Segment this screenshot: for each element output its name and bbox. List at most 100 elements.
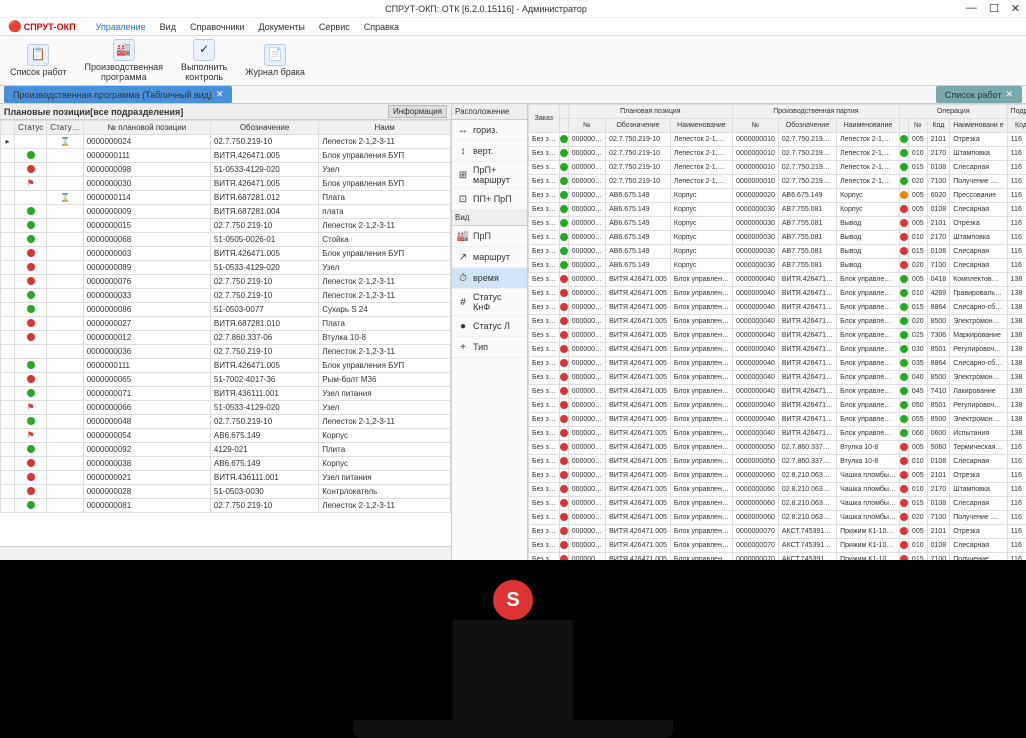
table-row[interactable]: Без з…000000…ВИТЯ.426471.005Блок управле… xyxy=(529,469,1026,483)
table-row[interactable]: Без з…000000…ВИТЯ.426471.005Блок управле… xyxy=(529,371,1026,385)
column-header[interactable]: Обозначение xyxy=(606,119,671,133)
table-row[interactable]: Без з…000000…ВИТЯ.426471.005Блок управле… xyxy=(529,301,1026,315)
sidebar-item[interactable]: +Тип xyxy=(452,337,527,358)
table-row[interactable]: 000000001502.7.750.219-10Лепесток 2-1,2-… xyxy=(1,219,451,233)
table-row[interactable]: Без з…000000…ВИТЯ.426471.005Блок управле… xyxy=(529,455,1026,469)
table-row[interactable]: Без з…000000…ВИТЯ.426471.005Блок управле… xyxy=(529,511,1026,525)
column-header[interactable] xyxy=(1,121,15,135)
column-header[interactable]: № xyxy=(732,119,778,133)
column-header[interactable]: № xyxy=(908,119,927,133)
ribbon-button[interactable]: 📋Список работ xyxy=(10,44,67,78)
close-button[interactable]: ✕ xyxy=(1011,2,1020,15)
ribbon-button[interactable]: 🏭Производственнаяпрограмма xyxy=(85,39,164,83)
table-row[interactable]: 00000000924129-021Плита xyxy=(1,443,451,457)
table-row[interactable]: 000000003602.7.750.219-10Лепесток 2-1,2-… xyxy=(1,345,451,359)
table-row[interactable]: 0000000003ВИТЯ.426471.005Блок управления… xyxy=(1,247,451,261)
menu-dokumenty[interactable]: Документы xyxy=(259,22,305,32)
tab-list-works[interactable]: Список работ✕ xyxy=(936,86,1022,103)
table-row[interactable]: Без з…000000…ВИТЯ.426471.005Блок управле… xyxy=(529,357,1026,371)
column-header[interactable]: Обозначение xyxy=(778,119,836,133)
table-row[interactable]: Без з…000000…ВИТЯ.426471.005Блок управле… xyxy=(529,343,1026,357)
column-header[interactable]: Производственная партия xyxy=(732,105,899,119)
column-header[interactable]: Стату… xyxy=(47,121,83,135)
table-row[interactable]: ⚑0000000054АВ6.675.149Корпус xyxy=(1,429,451,443)
sidebar-item[interactable]: ↔гориз. xyxy=(452,120,527,141)
table-row[interactable]: 000000001202.7.860.337-06Втулка 10-8 xyxy=(1,331,451,345)
column-header[interactable]: Наименование xyxy=(670,119,732,133)
table-row[interactable]: ⚑000000006651-0533-4129-020Узел xyxy=(1,401,451,415)
menu-spravka[interactable]: Справка xyxy=(364,22,399,32)
table-row[interactable]: ⚑0000000030ВИТЯ.426471.005Блок управлени… xyxy=(1,177,451,191)
table-row[interactable]: Без з…000000…ВИТЯ.426471.005Блок управле… xyxy=(529,413,1026,427)
table-row[interactable]: 000000006551-7002-4017-36Рым-болт М36 xyxy=(1,373,451,387)
table-row[interactable]: 000000003302.7.750.219-10Лепесток 2-1,2-… xyxy=(1,289,451,303)
table-row[interactable]: Без з…000000…ВИТЯ.426471.005Блок управле… xyxy=(529,427,1026,441)
sidebar-item[interactable]: ●Статус Л xyxy=(452,316,527,337)
sidebar-item[interactable]: ⏱время xyxy=(452,268,527,289)
column-header[interactable]: Операция xyxy=(899,105,1007,119)
table-row[interactable]: Без з…000000…ВИТЯ.426471.005Блок управле… xyxy=(529,287,1026,301)
table-row[interactable]: Без з…000000…ВИТЯ.426471.005Блок управле… xyxy=(529,273,1026,287)
table-row[interactable]: ▸⌛000000002402.7.750.219-10Лепесток 2-1,… xyxy=(1,135,451,149)
sidebar-item[interactable]: ↗маршрут xyxy=(452,247,527,268)
table-row[interactable]: Без з…000000…АВ6.675.149Корпус0000000030… xyxy=(529,259,1026,273)
sidebar-item[interactable]: ⊞ПрП+маршрут xyxy=(452,162,527,189)
ribbon-button[interactable]: ✓Выполнитьконтроль xyxy=(181,39,227,83)
column-header[interactable] xyxy=(559,119,568,133)
table-row[interactable]: Без з…000000…02.7.750.219-10Лепесток 2-1… xyxy=(529,161,1026,175)
table-row[interactable]: Без з…000000…АВ6.675.149Корпус0000000030… xyxy=(529,245,1026,259)
ribbon-button[interactable]: 📄Журнал брака xyxy=(245,44,305,78)
table-row[interactable]: 0000000111ВИТЯ.426471.005Блок управления… xyxy=(1,149,451,163)
table-row[interactable]: Без з…000000…ВИТЯ.426471.005Блок управле… xyxy=(529,553,1026,561)
maximize-button[interactable]: ☐ xyxy=(989,2,999,15)
table-row[interactable]: ⌛0000000114ВИТЯ.687281.012Плата xyxy=(1,191,451,205)
table-row[interactable]: 0000000071ВИТЯ.436111.001Узел питания xyxy=(1,387,451,401)
close-icon[interactable]: ✕ xyxy=(216,89,224,100)
table-row[interactable]: 0000000027ВИТЯ.687281.010Плата xyxy=(1,317,451,331)
table-row[interactable]: Без з…000000…ВИТЯ.426471.005Блок управле… xyxy=(529,539,1026,553)
column-header[interactable]: Код xyxy=(1007,119,1026,133)
sidebar-item[interactable]: 🏭ПрП xyxy=(452,226,527,247)
table-row[interactable]: Без з…000000…02.7.750.219-10Лепесток 2-1… xyxy=(529,175,1026,189)
table-row[interactable]: 0000000111ВИТЯ.426471.005Блок управления… xyxy=(1,359,451,373)
column-header[interactable]: Наименование xyxy=(837,119,900,133)
table-row[interactable]: Без з…000000…АВ6.675.149Корпус0000000020… xyxy=(529,189,1026,203)
column-header[interactable]: Наим xyxy=(319,121,451,135)
right-grid[interactable]: ЗаказПлановая позицияПроизводственная па… xyxy=(528,104,1026,560)
table-row[interactable]: Без з…000000…ВИТЯ.426471.005Блок управле… xyxy=(529,329,1026,343)
menu-vid[interactable]: Вид xyxy=(160,22,176,32)
table-row[interactable]: 000000002851-0503-0030Контрлокатель xyxy=(1,485,451,499)
table-row[interactable]: Без з…000000…ВИТЯ.426471.005Блок управле… xyxy=(529,385,1026,399)
table-row[interactable]: 000000004802.7.750.219-10Лепесток 2-1,2-… xyxy=(1,415,451,429)
table-row[interactable]: Без з…000000…ВИТЯ.426471.005Блок управле… xyxy=(529,399,1026,413)
table-row[interactable]: 000000008951-0533-4129-020Узел xyxy=(1,261,451,275)
table-row[interactable]: Без з…000000…ВИТЯ.426471.005Блок управле… xyxy=(529,497,1026,511)
table-row[interactable]: 0000000009ВИТЯ.687281.004плата xyxy=(1,205,451,219)
column-header[interactable]: Заказ xyxy=(529,105,560,133)
table-row[interactable]: Без з…000000…АВ6.675.149Корпус0000000030… xyxy=(529,203,1026,217)
close-icon[interactable]: ✕ xyxy=(1005,89,1013,100)
sidebar-item[interactable]: #СтатусКнФ xyxy=(452,289,527,316)
table-row[interactable]: 000000008102.7.750.219-10Лепесток 2-1,2-… xyxy=(1,499,451,513)
info-button[interactable]: Информация xyxy=(388,105,447,118)
minimize-button[interactable]: — xyxy=(966,2,977,15)
column-header[interactable] xyxy=(559,105,568,119)
table-row[interactable]: Без з…000000…АВ6.675.149Корпус0000000030… xyxy=(529,231,1026,245)
column-header[interactable] xyxy=(899,119,908,133)
table-row[interactable]: Без з…000000…02.7.750.219-10Лепесток 2-1… xyxy=(529,133,1026,147)
table-row[interactable]: 0000000038АВ6.675.149Корпус xyxy=(1,457,451,471)
table-row[interactable]: Без з…000000…ВИТЯ.426471.005Блок управле… xyxy=(529,441,1026,455)
table-row[interactable]: 000000009851-0533-4129-020Узел xyxy=(1,163,451,177)
column-header[interactable]: Код xyxy=(927,119,950,133)
column-header[interactable]: № плановой позиции xyxy=(83,121,210,135)
table-row[interactable]: 0000000021ВИТЯ.436111.001Узел питания xyxy=(1,471,451,485)
table-row[interactable]: Без з…000000…ВИТЯ.426471.005Блок управле… xyxy=(529,483,1026,497)
left-grid[interactable]: СтатусСтату…№ плановой позицииОбозначени… xyxy=(0,120,451,546)
column-header[interactable]: Подра xyxy=(1007,105,1026,119)
column-header[interactable]: Статус xyxy=(15,121,47,135)
table-row[interactable]: 000000006851-0505-0026-01Стойка xyxy=(1,233,451,247)
column-header[interactable]: Наименовани е xyxy=(950,119,1007,133)
table-row[interactable]: Без з…000000…02.7.750.219-10Лепесток 2-1… xyxy=(529,147,1026,161)
table-row[interactable]: Без з…000000…АВ6.675.149Корпус0000000030… xyxy=(529,217,1026,231)
sidebar-item[interactable]: ↕верт. xyxy=(452,141,527,162)
